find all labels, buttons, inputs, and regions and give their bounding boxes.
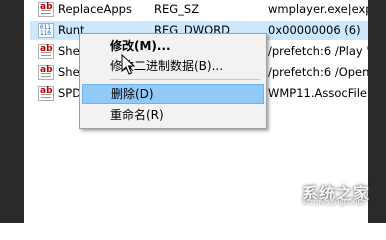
value-data: /prefetch:6 /Play "%L" [268, 44, 368, 58]
frame-left-border [0, 0, 24, 223]
string-value-icon: ab [38, 44, 54, 59]
menu-item-modify-binary[interactable]: 修改二进制数据(B)... [82, 56, 264, 76]
value-name: ReplaceApps [58, 2, 132, 16]
string-value-icon: ab [38, 86, 54, 101]
menu-item-modify[interactable]: 修改(M)... [82, 36, 264, 56]
value-data: WMP11.AssocFile.3G2 [268, 86, 368, 100]
mouse-cursor-icon [121, 54, 136, 75]
screenshot-stage: ab ReplaceApps REG_SZ wmplayer.exe|explo… [0, 0, 386, 223]
value-data: wmplayer.exe|explorer.exe [268, 2, 368, 16]
string-value-icon: ab [38, 65, 54, 80]
value-data: 0x00000006 (6) [268, 23, 361, 37]
menu-separator [110, 79, 260, 80]
watermark: 系统之家 XITONGZHIJIA.NET [268, 172, 372, 212]
string-value-icon: ab [38, 2, 54, 17]
value-type: REG_SZ [154, 2, 200, 16]
value-data: /prefetch:6 /Open "%L" [268, 65, 368, 79]
context-menu: 修改(M)... 修改二进制数据(B)... 删除(D) 重命名(R) [79, 33, 267, 129]
watermark-logo-icon [271, 177, 299, 204]
menu-item-rename[interactable]: 重命名(R) [82, 105, 264, 125]
binary-value-icon: 011 110 [38, 23, 54, 38]
registry-value-row[interactable]: ab ReplaceApps REG_SZ wmplayer.exe|explo… [30, 0, 368, 19]
menu-item-delete[interactable]: 删除(D) [82, 84, 264, 104]
watermark-subtext: XITONGZHIJIA.NET [302, 199, 367, 207]
